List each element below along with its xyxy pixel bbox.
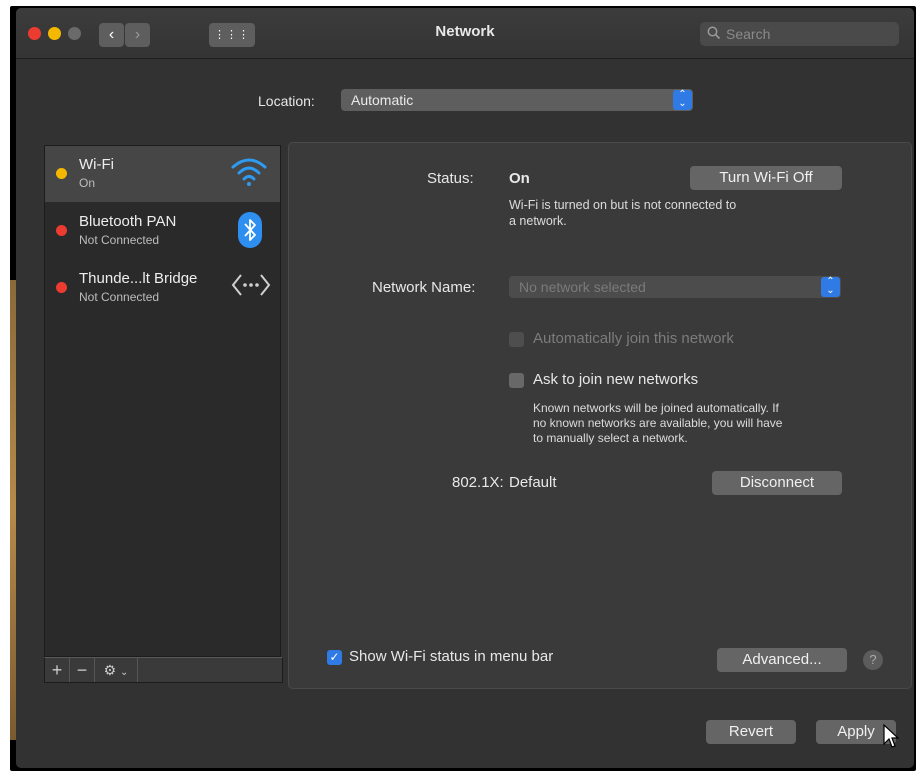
auto-join-checkbox[interactable] (509, 332, 524, 347)
turn-wifi-off-button[interactable]: Turn Wi-Fi Off (690, 166, 842, 190)
service-list-toolbar: + − ⚙ ⌄ (44, 657, 283, 683)
bluetooth-icon (238, 212, 262, 253)
thunderbolt-bridge-icon (230, 270, 272, 305)
location-label: Location: (258, 93, 315, 109)
status-description-line-2: a network. (509, 214, 567, 228)
location-value: Automatic (351, 92, 414, 108)
status-label: Status: (427, 170, 474, 187)
service-status: Not Connected (79, 233, 160, 247)
ask-join-description-line-2: no known networks are available, you wil… (533, 416, 783, 430)
service-item-bluetooth-pan[interactable]: Bluetooth PAN Not Connected (45, 203, 280, 259)
show-status-label: Show Wi-Fi status in menu bar (349, 648, 554, 665)
network-name-label: Network Name: (372, 279, 476, 296)
search-placeholder: Search (726, 26, 771, 42)
plus-icon: + (51, 660, 63, 680)
search-field[interactable]: Search (700, 22, 899, 46)
disconnect-button[interactable]: Disconnect (712, 471, 842, 495)
status-description-line-1: Wi-Fi is turned on but is not connected … (509, 198, 737, 212)
wifi-detail-panel: Status: On Turn Wi-Fi Off Wi-Fi is turne… (288, 142, 912, 689)
ask-join-description-line-3: to manually select a network. (533, 431, 688, 445)
service-name: Wi-Fi (79, 156, 114, 173)
service-name: Bluetooth PAN (79, 213, 177, 230)
wifi-icon (230, 154, 268, 195)
network-name-placeholder: No network selected (519, 279, 646, 295)
service-name: Thunde...lt Bridge (79, 270, 198, 287)
service-item-thunderbolt-bridge[interactable]: Thunde...lt Bridge Not Connected (45, 260, 280, 316)
action-menu-button[interactable]: ⚙ ⌄ (95, 658, 138, 682)
dot1x-value: Default (509, 474, 557, 491)
network-preferences-window: ‹ › ⋮⋮⋮ Network Search Location: Automat… (16, 8, 914, 768)
add-service-button[interactable]: + (45, 658, 70, 682)
ask-join-checkbox[interactable] (509, 373, 524, 388)
service-status: Not Connected (79, 290, 160, 304)
chevron-down-icon: ⌄ (120, 667, 129, 678)
gear-icon: ⚙ (103, 662, 117, 678)
network-name-popup[interactable]: No network selected ⌃ ⌄ (509, 276, 841, 298)
help-button[interactable]: ? (863, 650, 883, 670)
dot1x-label: 802.1X: (452, 474, 504, 491)
popup-arrows-icon: ⌃ ⌄ (673, 90, 692, 110)
ask-join-label: Ask to join new networks (533, 371, 699, 388)
mouse-pointer-icon (882, 723, 900, 755)
auto-join-label: Automatically join this network (533, 330, 734, 347)
remove-service-button[interactable]: − (70, 658, 95, 682)
status-dot (56, 282, 67, 293)
service-status: On (79, 176, 96, 190)
show-status-checkbox[interactable]: ✓ (327, 650, 342, 665)
ask-join-description-line-1: Known networks will be joined automatica… (533, 401, 779, 415)
revert-button[interactable]: Revert (706, 720, 796, 744)
advanced-button[interactable]: Advanced... (717, 648, 847, 672)
status-dot (56, 225, 67, 236)
location-popup[interactable]: Automatic ⌃ ⌄ (341, 89, 693, 111)
status-value: On (509, 170, 530, 187)
service-list: Wi-Fi On Bluetooth PAN Not Connected Thu… (44, 145, 281, 657)
popup-arrows-icon: ⌃ ⌄ (821, 277, 840, 297)
status-dot (56, 168, 67, 179)
minus-icon: − (76, 660, 88, 680)
title-bar: ‹ › ⋮⋮⋮ Network Search (16, 8, 914, 59)
search-icon (707, 26, 721, 45)
service-item-wifi[interactable]: Wi-Fi On (45, 146, 280, 202)
